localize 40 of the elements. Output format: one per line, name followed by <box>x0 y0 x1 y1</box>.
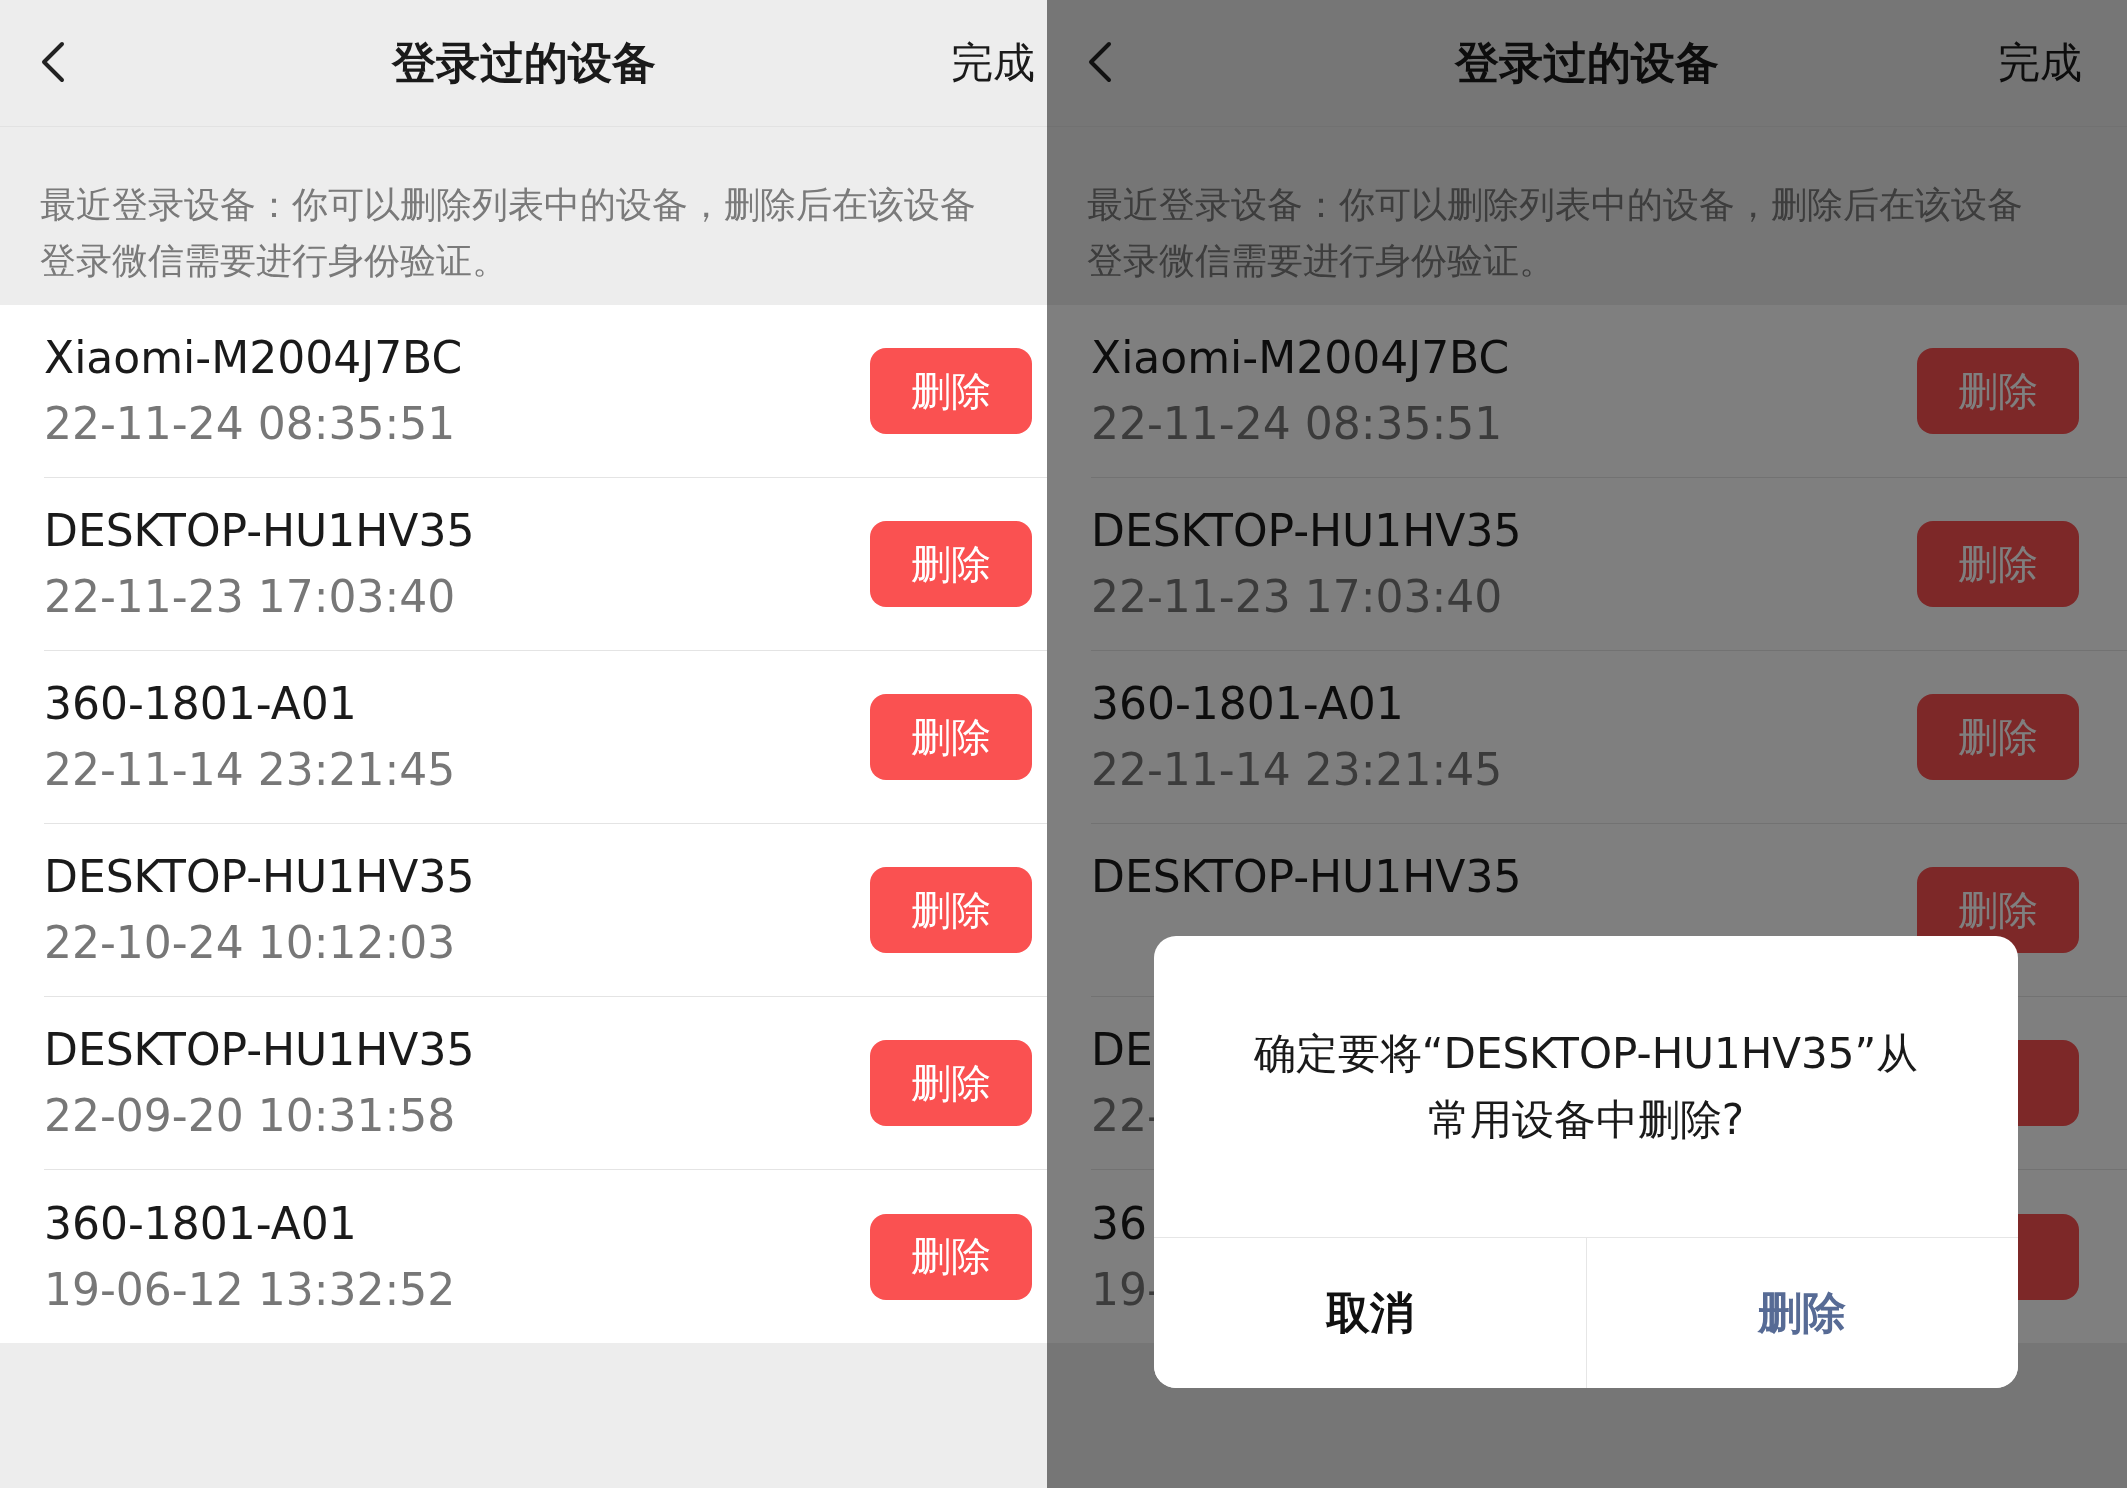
device-name: DESKTOP-HU1HV35 <box>1091 505 1522 557</box>
delete-button[interactable]: 删除 <box>1917 521 2079 607</box>
device-name: DE <box>1091 1024 1154 1076</box>
device-name: DESKTOP-HU1HV35 <box>1091 851 1522 903</box>
delete-button[interactable]: 删除 <box>1917 348 2079 434</box>
login-time: 22-11-23 17:03:40 <box>44 571 457 623</box>
device-name: DESKTOP-HU1HV35 <box>44 851 475 903</box>
delete-button[interactable]: 删除 <box>870 694 1032 780</box>
delete-button[interactable]: 删除 <box>870 867 1032 953</box>
delete-button[interactable]: 删除 <box>870 521 1032 607</box>
login-time: 22-11-23 17:03:40 <box>1091 571 1504 623</box>
device-name: 36 <box>1091 1197 1148 1250</box>
info-text: 最近登录设备：你可以删除列表中的设备，删除后在该设备登录微信需要进行身份验证。 <box>39 183 977 283</box>
login-time: 22-11-14 23:21:45 <box>44 744 456 796</box>
done-link[interactable]: 完成 <box>1998 35 2082 91</box>
done-link[interactable]: 完成 <box>951 35 1035 91</box>
login-time: 22-11-24 08:35:51 <box>1091 398 1504 450</box>
device-name: DESKTOP-HU1HV35 <box>44 505 475 557</box>
device-name: 360-1801-A01 <box>44 1197 358 1250</box>
login-time: 22-10-24 10:12:03 <box>44 917 457 969</box>
login-time: 22-11-14 23:21:45 <box>1091 744 1503 796</box>
delete-button[interactable]: 删除 <box>870 1040 1032 1126</box>
login-time: 19-06-12 13:32:52 <box>44 1263 456 1316</box>
device-name: 360-1801-A01 <box>1091 678 1405 730</box>
confirm-button[interactable]: 删除 <box>1585 1238 2018 1388</box>
device-name: DESKTOP-HU1HV35 <box>44 1024 475 1076</box>
page-title: 登录过的设备 <box>391 35 656 90</box>
device-name: 360-1801-A01 <box>44 678 358 730</box>
device-name: Xiaomi-M2004J7BC <box>44 332 463 384</box>
login-time: 22-11-24 08:35:51 <box>44 398 457 450</box>
dialog-message: 常用设备中删除? <box>1427 1093 1745 1146</box>
delete-button[interactable]: 删除 <box>870 1213 1032 1300</box>
page-title: 登录过的设备 <box>1455 35 1719 90</box>
delete-button[interactable]: 删除 <box>1917 694 2079 780</box>
delete-button[interactable]: 删除 <box>870 348 1032 434</box>
login-time: 22- <box>1091 1090 1163 1142</box>
dialog-message: 确定要将“DESKTOP-HU1HV35”从 <box>1253 1027 1919 1080</box>
login-time: 22-09-20 10:31:58 <box>44 1090 457 1142</box>
device-name: Xiaomi-M2004J7BC <box>1091 332 1510 384</box>
info-text: 最近登录设备：你可以删除列表中的设备，删除后在该设备登录微信需要进行身份验证。 <box>1086 183 2024 283</box>
